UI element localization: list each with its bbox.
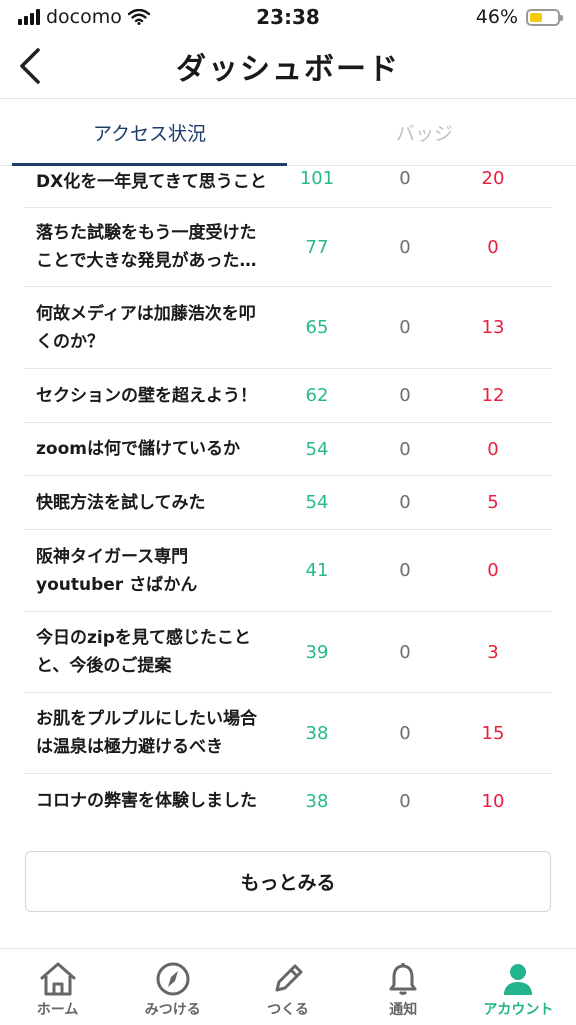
view-count: 101	[299, 168, 335, 189]
article-stats-list: DX化を一年見てきて思うこと 101 0 20 落ちた試験をもう一度受けたことで…	[24, 166, 552, 828]
red-count: 10	[481, 790, 505, 812]
tab-access-status[interactable]: アクセス状況	[12, 99, 287, 166]
tabbar-label: 通知	[389, 1002, 418, 1018]
middle-count: 0	[399, 438, 411, 460]
red-count: 15	[481, 722, 505, 744]
article-title: セクションの壁を超えよう！	[36, 385, 257, 406]
article-title: 何故メディアは加藤浩次を叩くのか？	[36, 303, 256, 352]
table-row[interactable]: 何故メディアは加藤浩次を叩くのか？ 65 0 13	[24, 287, 552, 369]
red-count: 0	[487, 438, 499, 460]
status-right: 46%	[475, 6, 563, 28]
article-title: 今日のzipを見て感じたことと、今後のご提案	[36, 628, 251, 676]
table-row[interactable]: お肌をプルプルにしたい場合は温泉は極力避けるべき 38 0 15	[24, 693, 552, 774]
article-title: DX化を一年見てきて思うこと	[36, 172, 267, 192]
nav-header: ダッシュボード	[0, 34, 576, 99]
article-title: zoomは何で儲けているか	[36, 439, 240, 459]
view-count: 54	[305, 492, 329, 513]
battery-percent: 46%	[475, 6, 518, 28]
page-title: ダッシュボード	[176, 52, 400, 87]
tab-badges[interactable]: バッジ	[287, 99, 562, 165]
bottom-tab-bar: ホーム みつける つくる 通知 アカウント	[0, 948, 576, 1025]
compass-icon	[156, 962, 190, 996]
bell-icon	[389, 963, 417, 995]
status-bar: docomo 23:38 46%	[0, 0, 576, 34]
middle-count: 0	[399, 385, 411, 406]
article-title: 阪神タイガース専門youtuber さばかん	[36, 546, 198, 595]
middle-count: 0	[399, 641, 411, 663]
article-title: お肌をプルプルにしたい場合は温泉は極力避けるべき	[36, 709, 257, 757]
middle-count: 0	[399, 168, 411, 189]
person-icon	[504, 964, 533, 995]
red-count: 0	[487, 236, 499, 258]
red-count: 5	[487, 492, 499, 513]
middle-count: 0	[399, 790, 411, 812]
red-count: 3	[487, 641, 499, 663]
article-title: 快眠方法を試してみた	[36, 492, 206, 513]
view-count: 39	[305, 641, 329, 663]
article-title: 落ちた試験をもう一度受けたことで大きな発見があった…	[36, 223, 257, 271]
middle-count: 0	[399, 317, 411, 338]
table-row[interactable]: 今日のzipを見て感じたことと、今後のご提案 39 0 3	[24, 612, 552, 693]
table-row[interactable]: 阪神タイガース専門youtuber さばかん 41 0 0	[24, 530, 552, 612]
red-count: 12	[481, 385, 505, 406]
table-row[interactable]: zoomは何で儲けているか 54 0 0	[24, 423, 552, 476]
segment-tabs: アクセス状況 バッジ	[0, 99, 576, 166]
middle-count: 0	[399, 492, 411, 513]
table-row[interactable]: セクションの壁を超えよう！ 62 0 12	[24, 369, 552, 423]
tabbar-label: つくる	[267, 1002, 309, 1018]
view-count: 38	[305, 790, 329, 812]
tabbar-label: アカウント	[483, 1002, 554, 1018]
view-count: 54	[305, 438, 329, 460]
pencil-icon	[275, 964, 303, 992]
table-row[interactable]: 落ちた試験をもう一度受けたことで大きな発見があった… 77 0 0	[24, 208, 552, 287]
tabbar-item-account[interactable]: アカウント	[461, 949, 576, 1025]
middle-count: 0	[399, 560, 411, 581]
tabbar-item-create[interactable]: つくる	[230, 949, 345, 1025]
view-count: 38	[305, 722, 329, 744]
red-count: 0	[487, 560, 499, 581]
home-icon	[40, 962, 76, 996]
tabbar-item-notifications[interactable]: 通知	[346, 949, 461, 1025]
tabbar-label: みつける	[144, 1002, 201, 1018]
table-row[interactable]: DX化を一年見てきて思うこと 101 0 20	[24, 166, 552, 208]
view-count: 41	[305, 560, 329, 581]
show-more-button[interactable]: もっとみる	[25, 851, 551, 912]
table-row[interactable]: 快眠方法を試してみた 54 0 5	[24, 476, 552, 530]
middle-count: 0	[399, 722, 411, 744]
tabbar-item-discover[interactable]: みつける	[115, 949, 230, 1025]
battery-icon	[526, 8, 563, 26]
view-count: 65	[305, 317, 329, 338]
view-count: 62	[305, 385, 329, 406]
article-title: コロナの弊害を体験しました	[36, 791, 257, 811]
tabbar-item-home[interactable]: ホーム	[0, 949, 115, 1025]
view-count: 77	[305, 236, 329, 258]
table-row[interactable]: コロナの弊害を体験しました 38 0 10	[24, 774, 552, 828]
tabbar-label: ホーム	[36, 1002, 79, 1018]
red-count: 20	[481, 168, 505, 189]
red-count: 13	[481, 317, 505, 338]
middle-count: 0	[399, 236, 411, 258]
